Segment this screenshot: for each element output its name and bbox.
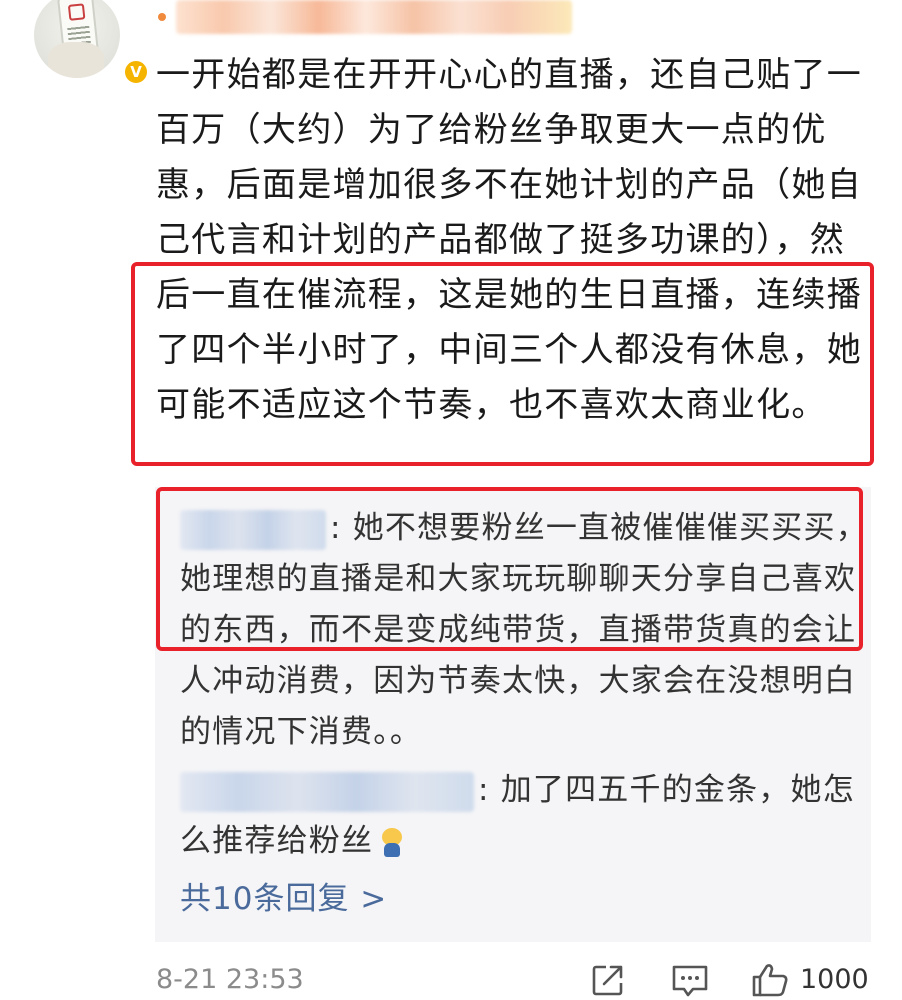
user-avatar[interactable]: V xyxy=(30,0,150,86)
verified-v-icon: V xyxy=(122,58,150,86)
avatar-image xyxy=(34,0,120,78)
share-icon[interactable] xyxy=(590,962,626,998)
reply-username-obscured[interactable] xyxy=(180,771,474,812)
reply-item[interactable]: : 加了四五千的金条，她怎么推荐给粉丝 xyxy=(180,765,870,867)
user-level-dot-icon xyxy=(158,13,166,21)
highlight-box-reply xyxy=(156,487,863,651)
like-count: 1000 xyxy=(800,964,869,995)
highlight-box-comment xyxy=(131,262,874,466)
kneeling-emoji-icon xyxy=(379,827,405,858)
like-thumb-icon[interactable] xyxy=(750,962,790,998)
username-mosaic xyxy=(176,0,572,34)
avatar-seal-graphic xyxy=(67,3,86,21)
avatar-hand-graphic xyxy=(48,42,104,78)
comment-icon[interactable] xyxy=(670,962,710,998)
username-obscured[interactable] xyxy=(158,0,572,34)
comment-timestamp: 8-21 23:53 xyxy=(156,964,304,995)
more-replies-link[interactable]: 共10条回复 > xyxy=(180,876,387,922)
